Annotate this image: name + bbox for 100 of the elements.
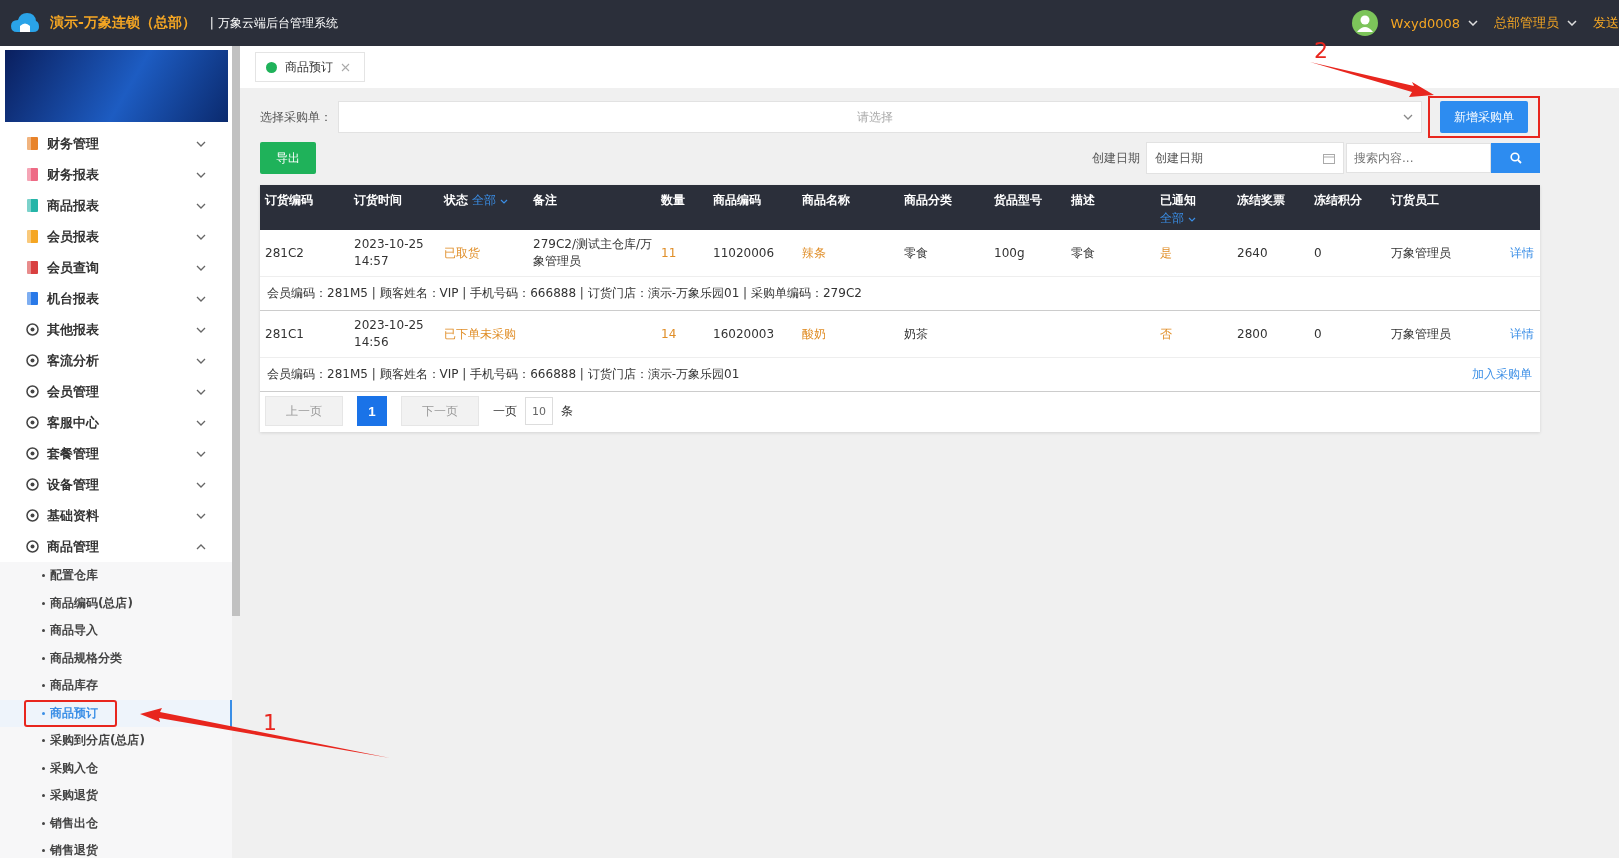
annotation-number: 2 bbox=[1314, 38, 1328, 63]
brand-title: 演示-万象连锁（总部） bbox=[50, 14, 196, 32]
column-header: 商品编码 bbox=[713, 192, 761, 209]
submenu-item[interactable]: 配置仓库 bbox=[24, 562, 117, 590]
menu-item[interactable]: 其他报表 bbox=[0, 314, 232, 345]
column-header: 订货编码 bbox=[265, 192, 313, 209]
submenu-item[interactable]: 采购入仓 bbox=[24, 754, 117, 782]
date-field[interactable]: 创建日期 bbox=[1146, 142, 1344, 174]
menu-item[interactable]: 会员报表 bbox=[0, 221, 232, 252]
table-cell: 16020003 bbox=[713, 326, 775, 341]
table-cell: 是 bbox=[1160, 245, 1172, 260]
order-select-label: 选择采购单： bbox=[260, 108, 332, 126]
table-cell: 100g bbox=[994, 245, 1025, 260]
annotation-number: 1 bbox=[263, 710, 277, 735]
table-cell: 酸奶 bbox=[802, 326, 826, 341]
menu-item[interactable]: 客服中心 bbox=[0, 407, 232, 438]
menu-glyph-icon bbox=[26, 323, 39, 336]
table-cell: 0 bbox=[1314, 326, 1322, 341]
table-cell: 11 bbox=[661, 245, 677, 260]
search-icon bbox=[1509, 152, 1522, 164]
page-number-button[interactable]: 1 bbox=[357, 396, 387, 426]
table-cell: 281C1 bbox=[265, 326, 304, 341]
menu-item[interactable]: 机台报表 bbox=[0, 283, 232, 314]
table-cell: 万象管理员 bbox=[1391, 326, 1451, 341]
order-info-text: 会员编码：281M5 | 顾客姓名：VIP | 手机号码：666888 | 订货门店：演示-万象乐园01 bbox=[267, 366, 740, 383]
submenu-item[interactable]: 销售出仓 bbox=[24, 809, 117, 837]
table-cell: 否 bbox=[1160, 326, 1172, 341]
book-icon bbox=[26, 137, 39, 150]
table-cell: 万象管理员 bbox=[1391, 245, 1451, 260]
menu-item[interactable]: 会员查询 bbox=[0, 252, 232, 283]
send-link[interactable]: 发送 bbox=[1593, 14, 1619, 32]
column-header: 商品分类 bbox=[904, 192, 952, 209]
menu-item[interactable]: 基础资料 bbox=[0, 500, 232, 531]
table-cell: 2023-10-25 14:57 bbox=[354, 237, 424, 268]
search-button[interactable] bbox=[1491, 143, 1540, 173]
details-link[interactable]: 详情 bbox=[1510, 325, 1534, 343]
menu-item[interactable]: 商品管理 bbox=[0, 531, 232, 562]
page-size-field[interactable]: 10 bbox=[525, 397, 553, 425]
add-to-purchase-order-link[interactable]: 加入采购单 bbox=[1472, 366, 1532, 383]
submenu-item[interactable]: 采购退货 bbox=[24, 782, 117, 810]
table-cell: 零食 bbox=[1071, 245, 1095, 260]
menu-item[interactable]: 设备管理 bbox=[0, 469, 232, 500]
role-menu[interactable]: 总部管理员 bbox=[1494, 14, 1559, 32]
page-size-unit: 条 bbox=[561, 402, 573, 420]
menu-item[interactable]: 会员管理 bbox=[0, 376, 232, 407]
user-menu[interactable]: Wxyd0008 bbox=[1390, 15, 1460, 31]
column-header: 订货时间 bbox=[354, 192, 402, 209]
order-info-text: 会员编码：281M5 | 顾客姓名：VIP | 手机号码：666888 | 订货门店：演示-万象乐园01 | 采购单编码：279C2 bbox=[267, 285, 862, 302]
table-cell: 0 bbox=[1314, 245, 1322, 260]
page-size-label: 一页 bbox=[493, 402, 517, 420]
table-cell: 2640 bbox=[1237, 245, 1268, 260]
table-cell: 已取货 bbox=[444, 245, 480, 260]
submenu-item[interactable]: 商品规格分类 bbox=[24, 644, 141, 672]
table-cell: 零食 bbox=[904, 245, 928, 260]
column-header: 已通知 bbox=[1160, 192, 1196, 209]
column-header: 商品名称 bbox=[802, 192, 850, 209]
menu-item[interactable]: 财务管理 bbox=[0, 128, 232, 159]
column-header: 状态 bbox=[444, 192, 468, 209]
table-cell: 辣条 bbox=[802, 245, 826, 260]
submenu-item[interactable]: 采购到分店(总店) bbox=[24, 727, 164, 755]
close-icon[interactable] bbox=[341, 62, 350, 72]
column-header: 备注 bbox=[533, 192, 557, 209]
submenu-item[interactable]: 商品编码(总店) bbox=[24, 589, 152, 617]
submenu-item[interactable]: 商品库存 bbox=[24, 672, 117, 700]
table-cell: 11020006 bbox=[713, 245, 775, 260]
table-cell: 279C2/测试主仓库/万象管理员 bbox=[533, 237, 652, 268]
book-icon bbox=[26, 230, 39, 243]
table-cell: 2023-10-25 14:56 bbox=[354, 318, 424, 349]
chevron-down-icon bbox=[499, 199, 508, 204]
search-field[interactable]: 搜索内容... bbox=[1346, 143, 1491, 173]
book-icon bbox=[26, 168, 39, 181]
menu-item[interactable]: 财务报表 bbox=[0, 159, 232, 190]
table-cell: 281C2 bbox=[265, 245, 304, 260]
menu-item[interactable]: 商品报表 bbox=[0, 190, 232, 221]
filter-dropdown[interactable]: 全部 bbox=[1160, 210, 1196, 227]
book-icon bbox=[26, 261, 39, 274]
menu-item[interactable]: 套餐管理 bbox=[0, 438, 232, 469]
menu-glyph-icon bbox=[26, 447, 39, 460]
page-tab[interactable]: 商品预订 bbox=[255, 52, 365, 82]
submenu-item[interactable]: 销售退货 bbox=[24, 837, 117, 858]
calendar-icon bbox=[1323, 152, 1335, 164]
menu-glyph-icon bbox=[26, 416, 39, 429]
chevron-down-icon bbox=[1468, 20, 1478, 26]
column-header: 数量 bbox=[661, 192, 685, 209]
cloud-logo-icon bbox=[10, 12, 40, 34]
chevron-down-icon bbox=[1403, 114, 1413, 120]
scrollbar-thumb[interactable] bbox=[232, 46, 240, 616]
menu-glyph-icon bbox=[26, 354, 39, 367]
chevron-down-icon bbox=[1567, 20, 1577, 26]
details-link[interactable]: 详情 bbox=[1510, 244, 1534, 262]
menu-glyph-icon bbox=[26, 385, 39, 398]
book-icon bbox=[26, 292, 39, 305]
avatar-icon bbox=[1352, 10, 1379, 36]
column-header: 描述 bbox=[1071, 192, 1095, 209]
table-cell: 已下单未采购 bbox=[444, 326, 516, 341]
menu-item[interactable]: 客流分析 bbox=[0, 345, 232, 376]
table-cell: 2800 bbox=[1237, 326, 1268, 341]
book-icon bbox=[26, 199, 39, 212]
submenu-item[interactable]: 商品导入 bbox=[24, 617, 117, 645]
filter-dropdown[interactable]: 全部 bbox=[472, 192, 508, 209]
